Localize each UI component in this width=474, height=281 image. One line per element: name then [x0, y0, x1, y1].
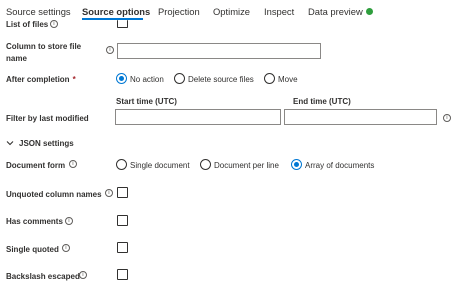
- column-to-store-label-line2: name: [6, 54, 27, 63]
- start-time-label: Start time (UTC): [116, 97, 177, 106]
- has-comments-label: Has comments: [6, 217, 63, 226]
- chevron-down-icon[interactable]: [6, 139, 14, 147]
- single-quoted-checkbox[interactable]: [117, 242, 128, 253]
- radio-move-label: Move: [278, 75, 298, 84]
- single-quoted-label: Single quoted: [6, 245, 59, 254]
- start-time-input[interactable]: [115, 109, 281, 125]
- tab-data-preview[interactable]: Data preview: [308, 6, 363, 17]
- column-to-store-input[interactable]: [117, 43, 321, 59]
- has-comments-checkbox[interactable]: [117, 215, 128, 226]
- column-to-store-label-line1: Column to store file: [6, 42, 82, 51]
- required-marker: *: [72, 75, 76, 84]
- info-icon[interactable]: i: [69, 160, 77, 168]
- end-time-label: End time (UTC): [293, 97, 351, 106]
- list-of-files-label: List of files: [6, 20, 49, 29]
- radio-single-document[interactable]: [116, 159, 127, 170]
- end-time-input[interactable]: [284, 109, 437, 125]
- backslash-escaped-label: Backslash escaped: [6, 272, 80, 281]
- info-icon[interactable]: i: [65, 217, 73, 225]
- radio-delete-source-files[interactable]: [174, 73, 185, 84]
- list-of-files-checkbox[interactable]: [117, 20, 128, 28]
- status-dot-icon: [366, 8, 373, 15]
- info-icon[interactable]: i: [62, 244, 70, 252]
- radio-no-action-label: No action: [130, 75, 164, 84]
- tab-bar: Source settings Source options Projectio…: [0, 0, 474, 24]
- radio-array-of-documents-label: Array of documents: [305, 161, 375, 170]
- info-icon[interactable]: i: [106, 46, 114, 54]
- document-form-label: Document form: [6, 161, 66, 170]
- tab-optimize[interactable]: Optimize: [213, 6, 250, 17]
- radio-move[interactable]: [264, 73, 275, 84]
- info-icon[interactable]: i: [443, 114, 451, 122]
- radio-single-document-label: Single document: [130, 161, 190, 170]
- radio-delete-source-files-label: Delete source files: [188, 75, 254, 84]
- unquoted-column-names-label: Unquoted column names: [6, 190, 102, 199]
- tab-projection[interactable]: Projection: [158, 6, 200, 17]
- backslash-escaped-checkbox[interactable]: [117, 269, 128, 280]
- filter-last-modified-label: Filter by last modified: [6, 114, 89, 123]
- json-settings-header[interactable]: JSON settings: [19, 139, 74, 148]
- radio-document-per-line[interactable]: [200, 159, 211, 170]
- active-tab-indicator: [82, 18, 143, 20]
- unquoted-column-names-checkbox[interactable]: [117, 187, 128, 198]
- info-icon[interactable]: i: [50, 20, 58, 28]
- radio-array-of-documents[interactable]: [291, 159, 302, 170]
- tab-source-settings[interactable]: Source settings: [6, 6, 71, 17]
- info-icon[interactable]: i: [79, 271, 87, 279]
- radio-document-per-line-label: Document per line: [214, 161, 279, 170]
- tab-source-options[interactable]: Source options: [82, 6, 150, 17]
- after-completion-label: After completion *: [6, 75, 76, 84]
- info-icon[interactable]: i: [105, 189, 113, 197]
- radio-no-action[interactable]: [116, 73, 127, 84]
- tab-inspect[interactable]: Inspect: [264, 6, 294, 17]
